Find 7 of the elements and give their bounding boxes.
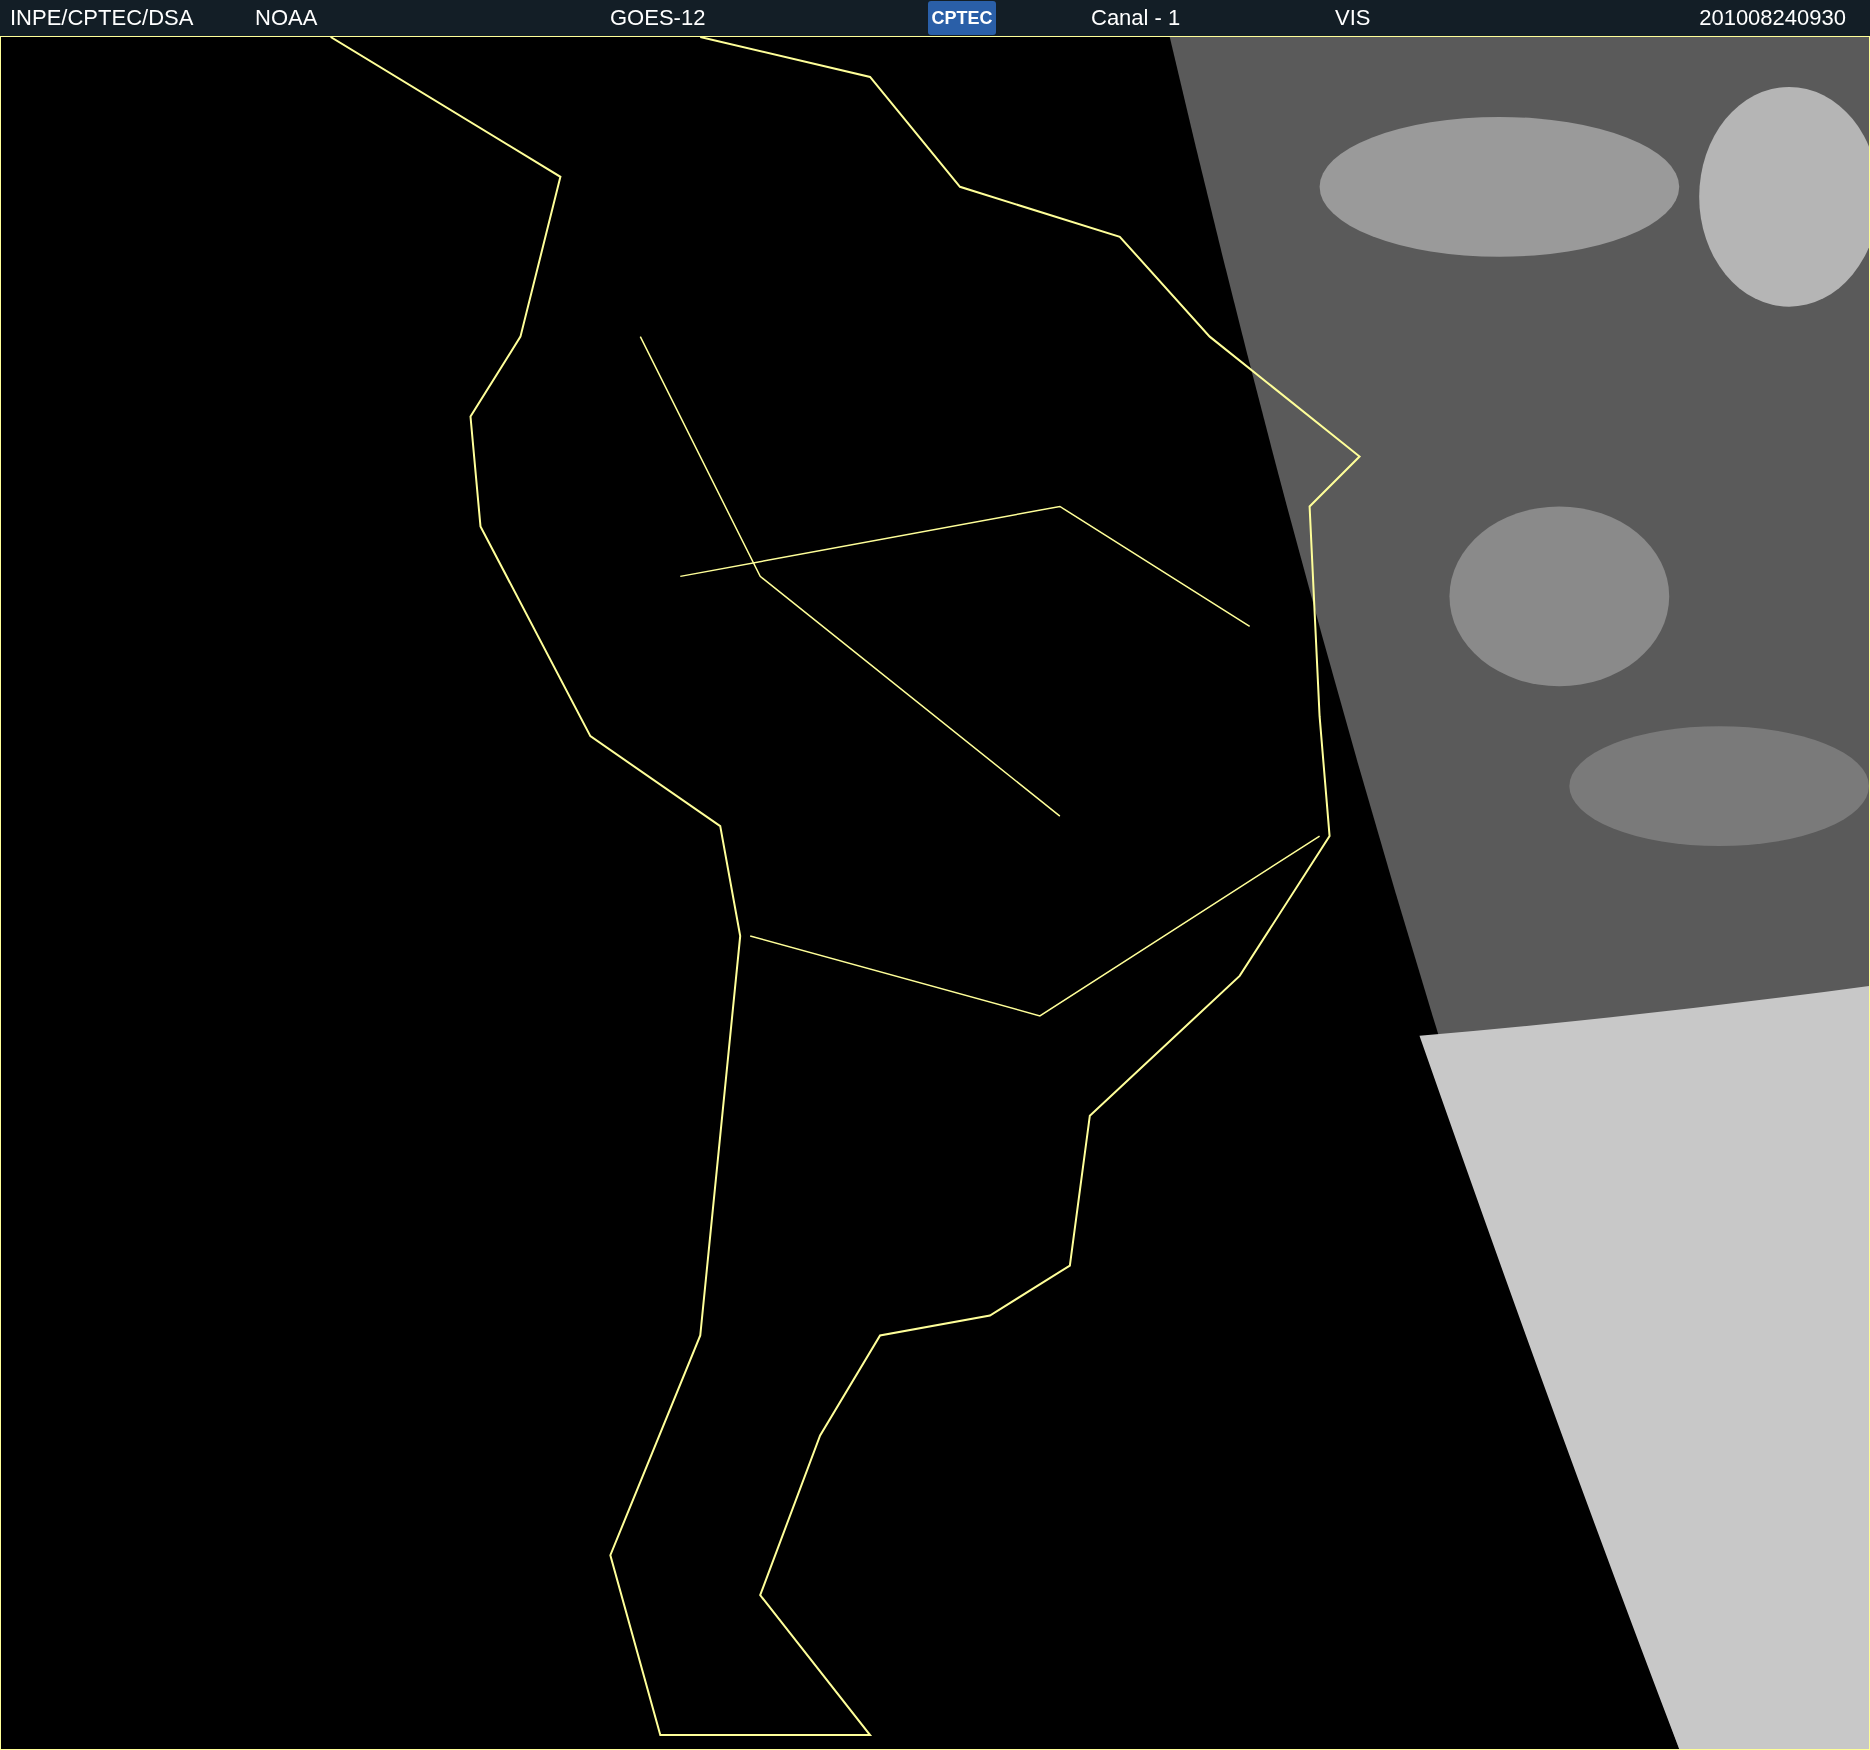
timestamp-label: 201008240930 — [1699, 5, 1846, 31]
band-label: VIS — [1335, 5, 1372, 31]
channel-label: Canal - 1 — [1091, 5, 1182, 31]
satellite-label: GOES-12 — [610, 5, 707, 31]
source-label: INPE/CPTEC/DSA — [10, 5, 195, 31]
agency-label: NOAA — [255, 5, 319, 31]
logo: CPTEC — [928, 1, 996, 35]
